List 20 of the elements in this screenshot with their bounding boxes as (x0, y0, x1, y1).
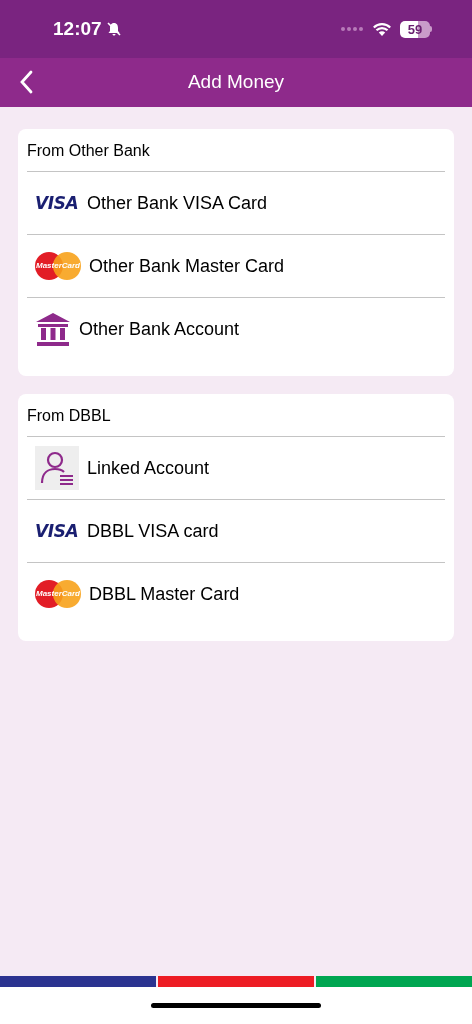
wifi-icon (372, 21, 392, 37)
payment-option[interactable]: MasterCard Other Bank Master Card (27, 235, 445, 297)
section-title: From Other Bank (27, 141, 151, 161)
section-title: From DBBL (27, 406, 112, 426)
visa-logo: VISA (35, 194, 79, 212)
payment-option[interactable]: MasterCard DBBL Master Card (27, 563, 445, 625)
mastercard-logo: MasterCard (35, 252, 81, 280)
payment-option[interactable]: VISA DBBL VISA card (27, 500, 445, 562)
payment-option[interactable]: Linked Account (27, 437, 445, 499)
payment-option[interactable]: VISA Other Bank VISA Card (27, 172, 445, 234)
visa-logo: VISA (35, 522, 79, 540)
clock: 12:07 (53, 16, 102, 41)
user-list-icon (35, 446, 79, 490)
battery-indicator: 59 (400, 20, 432, 38)
page-title: Add Money (187, 70, 285, 95)
bell-muted-icon (105, 21, 122, 37)
mastercard-logo: MasterCard (35, 580, 81, 608)
bank-icon (35, 311, 71, 347)
signal-icon (340, 26, 364, 32)
payment-option[interactable]: Other Bank Account (27, 298, 445, 360)
